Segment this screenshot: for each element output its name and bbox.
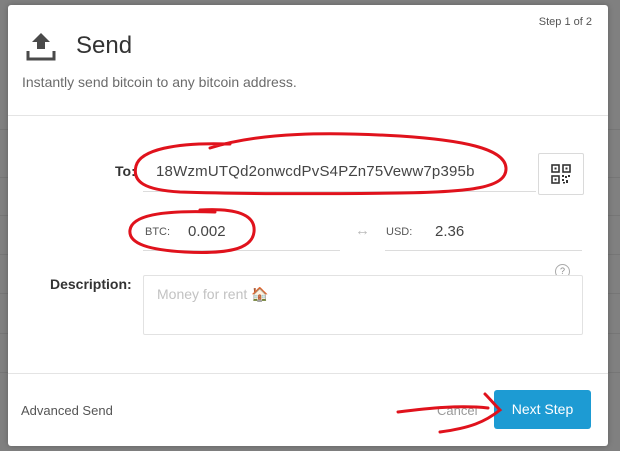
description-label: Description: (50, 276, 132, 292)
qr-code-icon (551, 164, 571, 184)
btc-amount-input[interactable]: BTC: 0.002 (143, 216, 340, 251)
scan-qr-button[interactable] (538, 153, 584, 195)
btc-currency-label: BTC: (145, 226, 171, 238)
description-input[interactable]: Money for rent 🏠 (143, 275, 583, 335)
modal-header: Step 1 of 2 Send Instantly send bitcoin … (8, 5, 608, 116)
to-label: To: (115, 163, 136, 179)
send-modal: Step 1 of 2 Send Instantly send bitcoin … (8, 5, 608, 446)
step-indicator: Step 1 of 2 (538, 16, 592, 28)
bitcoin-address-input[interactable]: 18WzmUTQd2onwcdPvS4PZn75Veww7p395b (143, 155, 536, 192)
swap-arrows-icon: ↔ (355, 222, 370, 239)
cancel-link[interactable]: Cancel (437, 403, 477, 418)
description-placeholder: Money for rent 🏠 (157, 286, 269, 302)
next-step-button[interactable]: Next Step (494, 390, 591, 429)
advanced-send-link[interactable]: Advanced Send (21, 403, 113, 418)
modal-title: Send (76, 32, 133, 59)
bitcoin-address-value: 18WzmUTQd2onwcdPvS4PZn75Veww7p395b (156, 163, 475, 180)
usd-amount-input[interactable]: USD: 2.36 (385, 216, 582, 251)
usd-amount-value: 2.36 (435, 223, 465, 240)
modal-subtitle: Instantly send bitcoin to any bitcoin ad… (22, 74, 297, 90)
upload-arrow-icon (24, 29, 58, 63)
btc-amount-value: 0.002 (188, 223, 226, 240)
usd-currency-label: USD: (386, 226, 413, 238)
